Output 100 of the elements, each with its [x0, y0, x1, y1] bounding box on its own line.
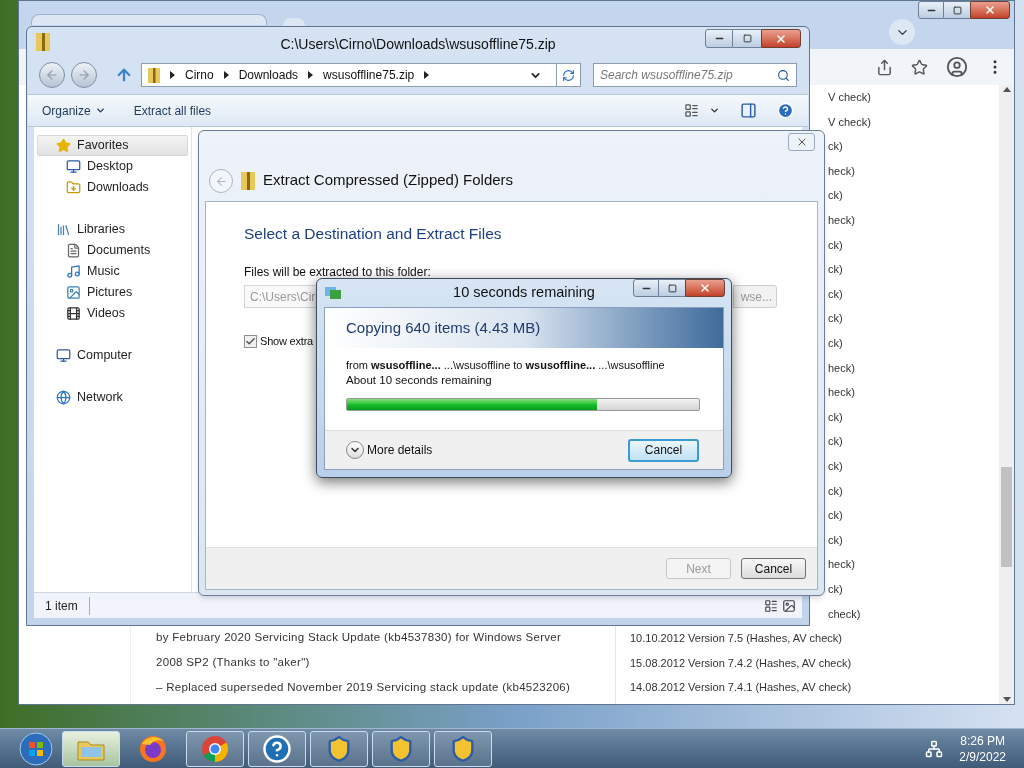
clock[interactable]: 8:26 PM 2/9/2022 — [959, 732, 1006, 765]
document-icon — [66, 243, 81, 258]
address-bar[interactable]: Cirno Downloads wsusoffline75.zip — [141, 63, 581, 87]
taskbar-button[interactable] — [186, 730, 244, 767]
zip-folder-icon — [148, 67, 160, 83]
copy-icon — [325, 285, 341, 299]
dialog-title: 10 seconds remaining — [453, 283, 595, 303]
dialog-title: Extract Compressed (Zipped) Folders — [263, 169, 514, 190]
changelog-text: ck) — [828, 483, 843, 499]
nav-item[interactable]: Libraries — [37, 219, 188, 240]
view-options-icon[interactable] — [684, 103, 699, 118]
changelog-text: ck) — [828, 434, 843, 450]
close-icon — [984, 4, 996, 16]
organize-menu[interactable]: Organize — [42, 101, 106, 120]
separator-arrow-icon — [170, 71, 175, 79]
help-icon[interactable] — [777, 102, 794, 119]
tiles-view-icon[interactable] — [782, 598, 796, 613]
checkbox[interactable] — [244, 335, 257, 348]
changelog-text: ck) — [828, 139, 843, 155]
nav-item[interactable]: Music — [37, 261, 188, 282]
search-icon — [777, 68, 790, 82]
nav-item[interactable]: Documents — [37, 240, 188, 261]
taskbar-button[interactable] — [434, 730, 492, 767]
scroll-up-icon[interactable] — [1002, 87, 1011, 92]
check-icon — [245, 336, 256, 347]
separator-arrow-icon — [223, 71, 229, 79]
share-icon[interactable] — [876, 58, 893, 76]
round-browser-icon — [200, 733, 230, 764]
music-note-icon — [66, 264, 81, 279]
nav-item[interactable]: Favorites — [37, 135, 188, 156]
changelog-text: ck) — [828, 581, 843, 597]
network-icon[interactable] — [925, 739, 944, 758]
breadcrumb-item[interactable]: Cirno — [185, 66, 214, 84]
changelog-text: 15.08.2012 Version 7.4.2 (Hashes, AV check) — [630, 655, 852, 671]
changelog-text: ck) — [828, 237, 843, 253]
close-button[interactable] — [761, 29, 801, 48]
preview-pane-icon[interactable] — [740, 102, 757, 119]
minimize-button[interactable] — [633, 279, 659, 297]
taskbar-button[interactable] — [372, 730, 430, 767]
back-arrow-icon — [214, 174, 228, 188]
maximize-button[interactable] — [659, 279, 685, 297]
toolbar-button[interactable]: Extract all files — [133, 101, 212, 120]
maximize-icon — [952, 5, 962, 15]
scroll-down-icon[interactable] — [1002, 697, 1011, 702]
back-button[interactable] — [39, 62, 65, 88]
picture-icon — [66, 285, 81, 300]
taskbar-button[interactable] — [248, 730, 306, 767]
cancel-button[interactable]: Cancel — [741, 558, 806, 579]
changelog-text: ck) — [828, 286, 843, 302]
globe-icon — [56, 390, 71, 405]
zip-folder-icon — [36, 33, 50, 51]
nav-item[interactable]: Desktop — [37, 156, 188, 177]
flame-globe-icon — [138, 733, 168, 764]
nav-item[interactable]: Network — [37, 387, 188, 408]
separator-arrow-icon — [424, 71, 430, 79]
monitor-icon — [66, 159, 81, 174]
changelog-text: 14.08.2012 Version 7.4.1 (Hashes, AV check) — [630, 680, 852, 696]
search-field[interactable]: Search wsusoffline75.zip — [593, 63, 797, 87]
changelog-text: V check) — [828, 90, 871, 106]
nav-item[interactable]: Downloads — [37, 177, 188, 198]
taskbar-button[interactable] — [310, 730, 368, 767]
caret-icon[interactable] — [709, 105, 720, 116]
taskbar-button[interactable] — [62, 730, 120, 767]
close-button[interactable] — [970, 1, 1010, 19]
article-text: by February 2020 Servicing Stack Update (kb4537830) for Windows Server — [156, 630, 563, 645]
bookmark-star-icon[interactable] — [911, 58, 928, 76]
forward-arrow-icon — [77, 68, 91, 82]
changelog-text: check) — [828, 606, 861, 622]
time-remaining-text: About 10 seconds remaining — [346, 373, 493, 388]
window-title: C:\Users\Cirno\Downloads\wsusoffline75.zip — [280, 34, 556, 54]
close-icon — [699, 282, 711, 294]
nav-item[interactable]: Pictures — [37, 282, 188, 303]
forward-button[interactable] — [71, 62, 97, 88]
nav-item[interactable]: Computer — [37, 345, 188, 366]
changelog-text: ck) — [828, 458, 843, 474]
changelog-text: heck) — [828, 213, 855, 228]
minimize-button[interactable] — [918, 1, 944, 19]
checkbox-label: Show extra — [260, 334, 314, 350]
computer-icon — [56, 348, 71, 363]
more-details-button[interactable]: More details — [346, 441, 433, 459]
nav-item[interactable]: Videos — [37, 303, 188, 324]
maximize-icon — [742, 34, 752, 43]
breadcrumb-item[interactable]: Downloads — [238, 66, 299, 84]
separator-arrow-icon — [308, 71, 314, 79]
folder-icon — [66, 180, 81, 195]
maximize-button[interactable] — [733, 29, 761, 48]
changelog-text: ck) — [828, 532, 843, 548]
cancel-button[interactable]: Cancel — [628, 438, 699, 462]
maximize-button[interactable] — [944, 1, 970, 19]
profile-icon[interactable] — [946, 56, 968, 78]
start-orb-icon — [19, 731, 53, 766]
close-button[interactable] — [788, 133, 815, 151]
details-view-icon[interactable] — [764, 598, 778, 613]
close-button[interactable] — [685, 279, 725, 297]
changelog-text: heck) — [828, 385, 855, 401]
changelog-text: ck) — [828, 336, 843, 351]
breadcrumb-item[interactable]: wsusoffline75.zip — [323, 66, 415, 84]
close-icon — [775, 32, 787, 45]
minimize-button[interactable] — [705, 29, 733, 48]
scrollbar-thumb[interactable] — [1001, 467, 1012, 567]
